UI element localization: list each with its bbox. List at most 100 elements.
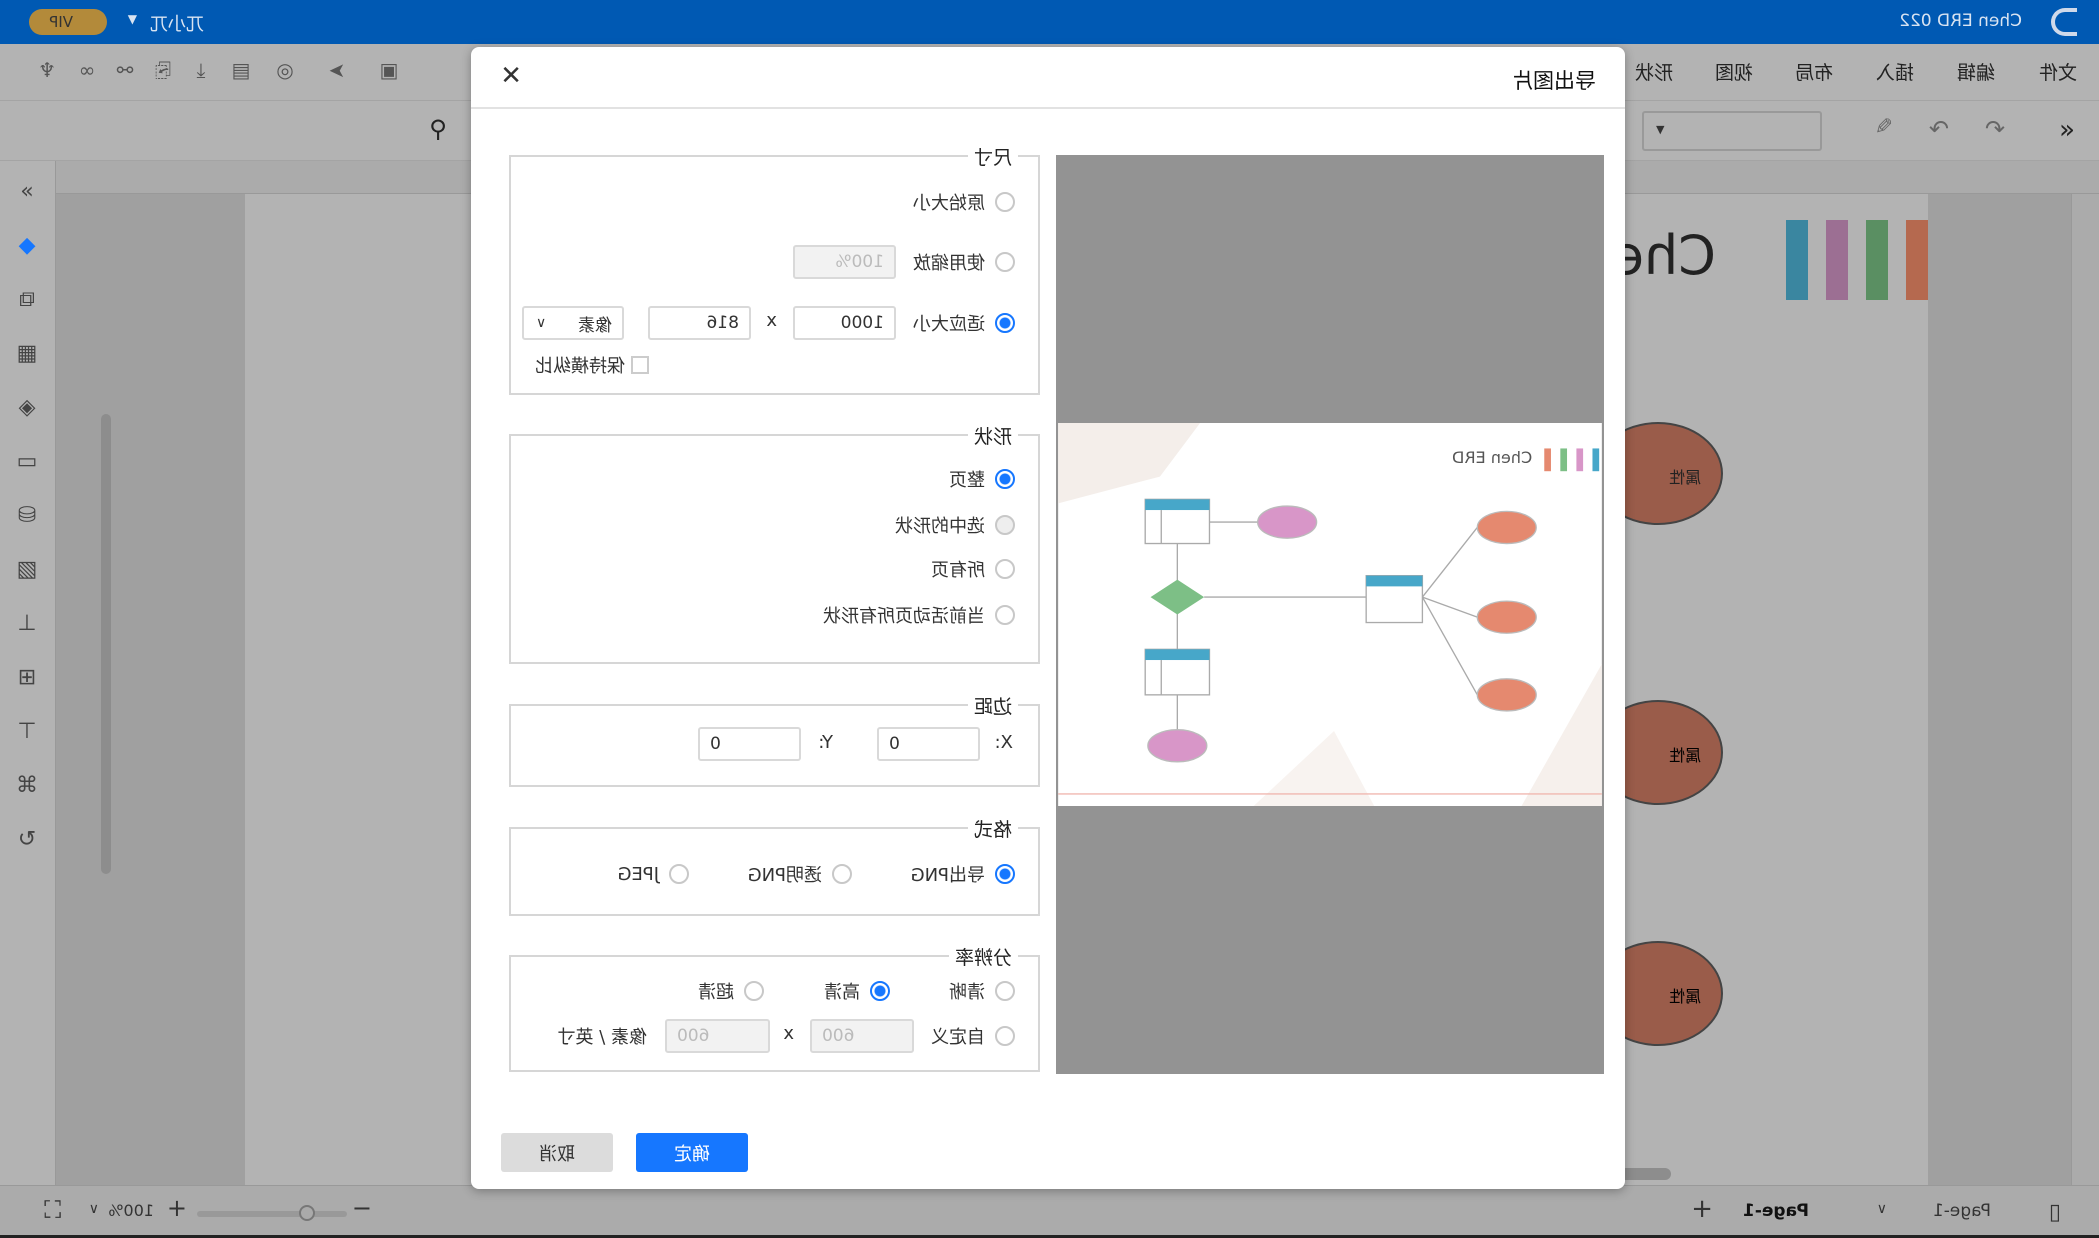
- shape-icon[interactable]: ⧉: [13, 287, 41, 315]
- add-page-icon[interactable]: +: [1691, 1194, 1713, 1224]
- format-painter-icon[interactable]: ✎: [1875, 115, 1893, 140]
- width-input[interactable]: 1000: [793, 306, 896, 340]
- page-selector[interactable]: Page-1: [1933, 1201, 1991, 1221]
- radio-ultra-hd[interactable]: 超清: [698, 976, 764, 1006]
- checkbox[interactable]: [631, 356, 649, 374]
- header-divider: [471, 107, 1625, 109]
- export-icon[interactable]: ⎘: [151, 58, 175, 82]
- user-name[interactable]: 兀小兀: [150, 10, 204, 36]
- radio-button[interactable]: [995, 981, 1015, 1001]
- layers-icon[interactable]: ◈: [13, 395, 41, 423]
- margin-x-input[interactable]: 0: [877, 727, 980, 761]
- radio-button[interactable]: [832, 864, 852, 884]
- shirt-icon[interactable]: ♆: [35, 58, 59, 82]
- menu-view[interactable]: 视图: [1715, 58, 1753, 85]
- zoom-level[interactable]: 100%: [108, 1201, 154, 1220]
- radio-label: 整页: [949, 470, 985, 491]
- zoom-slider[interactable]: [197, 1205, 347, 1221]
- height-input[interactable]: 816: [648, 306, 751, 340]
- menu-edit[interactable]: 编辑: [1957, 58, 1995, 85]
- unit-select[interactable]: 像素 ∨: [522, 306, 624, 340]
- radio-button[interactable]: [995, 515, 1015, 535]
- zoom-caret-icon[interactable]: ∨: [89, 1201, 99, 1217]
- share-icon[interactable]: ⚯: [113, 58, 137, 82]
- radio-jpeg[interactable]: JPEG: [618, 859, 689, 889]
- user-caret-icon[interactable]: ▼: [128, 12, 137, 26]
- shape-legend: 形状: [967, 422, 1018, 449]
- radio-all-pages[interactable]: 所有页: [931, 554, 1015, 584]
- font-select[interactable]: ▼: [1642, 111, 1822, 151]
- expand-icon[interactable]: »: [13, 179, 41, 207]
- preview-attr: [1257, 505, 1318, 539]
- org-chart-icon[interactable]: ⊥: [13, 611, 41, 639]
- attr-label: 属性: [1668, 746, 1701, 765]
- radio-fit-size[interactable]: 适应大小: [913, 308, 1015, 338]
- menu-layout[interactable]: 布局: [1795, 58, 1833, 85]
- radio-button[interactable]: [995, 605, 1015, 625]
- radio-button[interactable]: [744, 981, 764, 1001]
- style-icon[interactable]: ◆: [13, 233, 41, 261]
- radio-button[interactable]: [870, 981, 890, 1001]
- radio-clear[interactable]: 清晰: [949, 976, 1015, 1006]
- dpi-y-input[interactable]: 600: [665, 1019, 770, 1053]
- pointer-icon[interactable]: ➤: [325, 58, 349, 82]
- page-panel-icon[interactable]: ▯: [2049, 1200, 2061, 1225]
- radio-original-size[interactable]: 原始大小: [913, 187, 1015, 217]
- radio-png[interactable]: 导出PNG: [911, 859, 1015, 889]
- menu-file[interactable]: 文件: [2039, 58, 2077, 85]
- search-icon[interactable]: ⚲: [429, 115, 447, 143]
- page-selector-caret-icon[interactable]: ∨: [1877, 1201, 1887, 1217]
- radio-button[interactable]: [995, 559, 1015, 579]
- menu-insert[interactable]: 插入: [1876, 58, 1914, 85]
- dpi-x-input[interactable]: 600: [810, 1019, 914, 1053]
- radio-selected-shapes[interactable]: 选中的形状: [895, 510, 1015, 540]
- margin-y-input[interactable]: 0: [698, 727, 801, 761]
- collapse-icon[interactable]: «: [2059, 115, 2075, 145]
- puzzle-icon[interactable]: ⊞: [13, 665, 41, 693]
- cancel-button[interactable]: 取消: [501, 1133, 613, 1172]
- menu-shape[interactable]: 形状: [1635, 58, 1673, 85]
- history-icon[interactable]: ↻: [13, 827, 41, 855]
- save-icon[interactable]: ▤: [229, 58, 253, 82]
- database-icon[interactable]: ⛁: [13, 503, 41, 531]
- ok-button[interactable]: 确定: [636, 1133, 748, 1172]
- preview-color-bar: [1544, 448, 1551, 472]
- redo-icon[interactable]: ↷: [1929, 115, 1949, 143]
- download-icon[interactable]: ⤓: [189, 58, 213, 82]
- radio-current-page-shapes[interactable]: 当前活动页所有形状: [823, 600, 1015, 630]
- fit-icon[interactable]: ▣: [377, 58, 401, 82]
- radio-hd[interactable]: 高清: [824, 976, 890, 1006]
- radio-button[interactable]: [995, 1026, 1015, 1046]
- size-legend: 尺寸: [967, 143, 1018, 170]
- play-icon[interactable]: ◎: [273, 58, 297, 82]
- fullscreen-icon[interactable]: ⛶: [44, 1196, 61, 1224]
- connect-icon[interactable]: ⌘: [13, 773, 41, 801]
- vertical-scrollbar[interactable]: [101, 414, 111, 874]
- glasses-icon[interactable]: ∞: [75, 58, 99, 82]
- presentation-icon[interactable]: ▭: [13, 449, 41, 477]
- vip-badge[interactable]: VIP: [29, 9, 107, 35]
- zoom-out-icon[interactable]: −: [352, 1194, 372, 1222]
- format-icon[interactable]: ⊤: [13, 719, 41, 747]
- radio-button[interactable]: [995, 313, 1015, 333]
- title-bar: Chen ERD 022 兀小兀 ▼ VIP: [0, 0, 2099, 44]
- radio-button[interactable]: [669, 864, 689, 884]
- radio-transparent-png[interactable]: 透明PNG: [748, 859, 852, 889]
- radio-button[interactable]: [995, 469, 1015, 489]
- scale-input[interactable]: 100%: [793, 245, 896, 279]
- radio-whole-page[interactable]: 整页: [949, 464, 1015, 494]
- radio-button[interactable]: [995, 864, 1015, 884]
- zoom-in-icon[interactable]: +: [167, 1194, 187, 1222]
- image-icon[interactable]: ▨: [13, 557, 41, 585]
- radio-button[interactable]: [995, 192, 1015, 212]
- page-tab[interactable]: Page-1: [1743, 1201, 1809, 1221]
- app-logo-icon: [2051, 8, 2077, 36]
- undo-icon[interactable]: ↶: [1985, 115, 2005, 143]
- grid-icon[interactable]: ▦: [13, 341, 41, 369]
- document-title[interactable]: Chen ERD 022: [1899, 11, 2022, 31]
- keep-ratio-checkbox[interactable]: 保持横纵比: [535, 350, 649, 380]
- close-icon[interactable]: ✕: [500, 61, 522, 91]
- radio-use-scale[interactable]: 使用缩放: [913, 247, 1015, 277]
- radio-button[interactable]: [995, 252, 1015, 272]
- radio-custom[interactable]: 自定义: [931, 1021, 1015, 1051]
